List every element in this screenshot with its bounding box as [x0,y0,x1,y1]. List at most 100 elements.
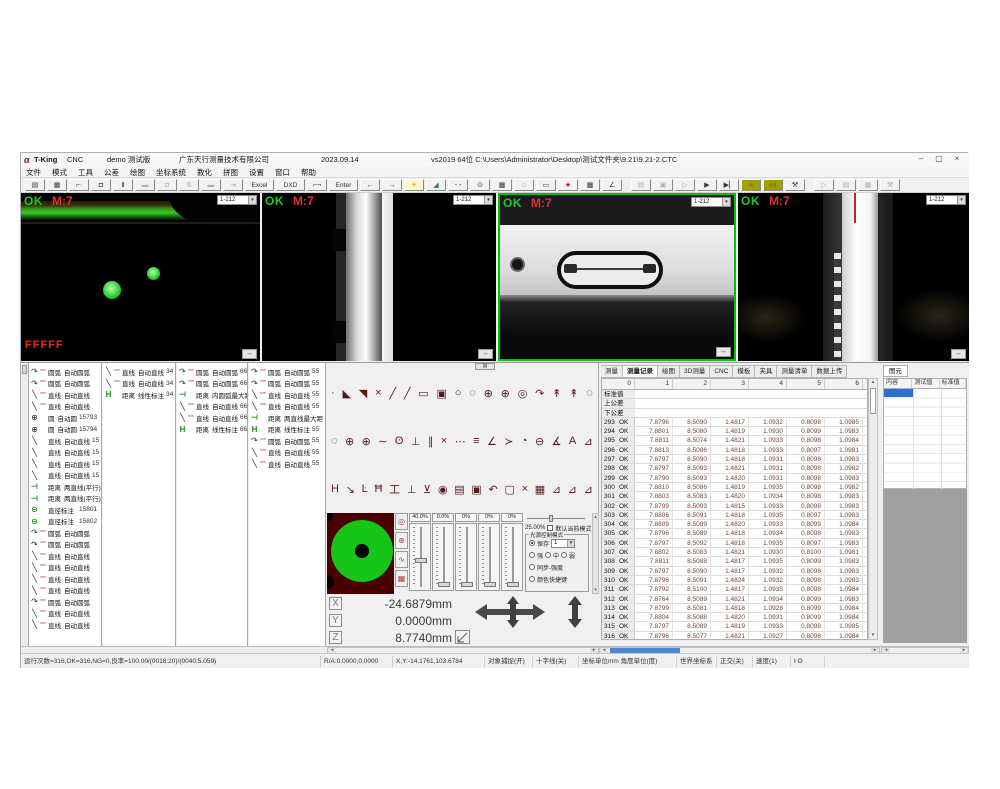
tool-icon[interactable]: ◥ [359,387,367,400]
list-item[interactable]: ↷***圆弧自动圆弧 [29,596,101,608]
toolbar-button[interactable]: ▩ [492,179,512,191]
light-slider[interactable] [409,523,431,591]
chevron-down-icon[interactable]: ▾ [957,196,965,204]
menu-item[interactable]: 坐标系统 [156,167,186,177]
camera-range-combo[interactable]: 1-212▾ [453,195,493,205]
menu-item[interactable]: 帮助 [301,167,316,177]
table-row[interactable]: 316 OK 7.8796 8.5077 1.4821 1.0927 0.809… [602,632,867,640]
column-header[interactable]: 内容 [884,379,912,388]
menu-item[interactable]: 教化 [197,167,212,177]
table-row[interactable]: 298 OK 7.8797 8.5093 1.4821 1.0931 0.809… [602,464,867,473]
list-item[interactable]: ╲***直线自动直线34 [103,378,175,390]
table-label-row[interactable]: 下公差 [602,409,867,418]
tool-icon[interactable]: ⊕ [362,435,371,448]
record-tab[interactable]: 夹具 [755,365,777,378]
light-mode-button[interactable]: ∿ [395,551,408,568]
tool-icon[interactable]: A [569,435,576,447]
radio-strong[interactable] [529,552,535,558]
table-row[interactable]: 313 OK 7.8799 8.5081 1.4818 1.0928 0.809… [602,604,867,613]
toolbar-button[interactable]: ▶ [697,179,717,191]
list-item[interactable]: ⊕圆自动圆15794 [29,424,101,436]
preset-dropdown[interactable]: 1▾ [551,539,575,548]
menu-item[interactable]: 绘图 [130,167,145,177]
list-item[interactable]: ↷***圆弧自动圆弧55 [249,366,325,378]
close-button[interactable]: × [949,153,965,167]
tool-icon[interactable]: ◎ [518,387,528,400]
slider-thumb[interactable] [484,582,496,587]
tool-icon[interactable]: ⊕ [345,435,354,448]
camera-range-combo[interactable]: 1-212▾ [691,197,731,207]
tool-icon[interactable]: ▭ [418,387,428,400]
tool-icon[interactable]: ≻ [504,435,513,448]
toolbar-button[interactable]: ⇅ [179,179,199,191]
table-row[interactable]: 304 OK 7.8809 8.5089 1.4820 1.0933 0.809… [602,520,867,529]
list-item[interactable]: ↷***圆弧自动圆弧55 [249,378,325,390]
light-mode-button[interactable]: ◎ [395,513,408,530]
camera-range-combo[interactable]: 1-212▾ [926,195,966,205]
tool-icon[interactable]: ⊖ [535,435,544,448]
chevron-down-icon[interactable]: ▾ [484,196,492,204]
resize-grip-icon[interactable]: ↔ [951,349,966,359]
tool-icon[interactable]: ╱ [404,387,411,400]
maximize-button[interactable]: ▢ [931,153,947,167]
record-tab[interactable]: 数据上传 [812,365,847,378]
list-item[interactable]: ⊣距离内圆弧最大距 [177,389,247,401]
toolbar-button[interactable]: ☀ [404,179,424,191]
record-tab[interactable]: 测量清单 [777,365,812,378]
resize-grip-icon[interactable]: ↔ [478,349,493,359]
list-item[interactable]: ↷***圆弧自动圆弧55 [249,435,325,447]
tool-icon[interactable]: Ŀ [362,483,368,495]
table-row[interactable]: 314 OK 7.8804 8.5088 1.4820 1.0931 0.809… [602,613,867,622]
record-tab[interactable]: 3D测量 [680,365,710,378]
tool-icon[interactable]: ╱ [389,387,396,400]
list-item[interactable]: ╲***直线自动直线55 [249,447,325,459]
list-item[interactable]: ╲***直线自动直线 [29,562,101,574]
menu-item[interactable]: 模式 [52,167,67,177]
toolbar-button[interactable]: ▶▏ [719,179,739,191]
table-row[interactable]: 302 OK 7.8799 8.5093 1.4815 1.0933 0.809… [602,502,867,511]
list-item[interactable]: ╲直线自动直线15 [29,458,101,470]
table-row[interactable]: 293 OK 7.8796 8.5090 1.4817 1.0932 0.809… [602,418,867,427]
tool-icon[interactable]: ○ [455,387,462,399]
light-slider[interactable] [478,523,500,591]
list-item[interactable]: ╲***直线自动直线55 [249,458,325,470]
list-item[interactable]: ↷***圆弧自动圆弧 [29,378,101,390]
table-vertical-scrollbar[interactable]: ▴▾ [868,378,878,640]
toolbar-button[interactable]: Ⅱ [113,179,133,191]
record-tab[interactable]: 绘图 [658,365,680,378]
light-slider[interactable] [455,523,477,591]
list-item[interactable]: ╲***直线自动直线 [29,401,101,413]
toolbar-button[interactable]: ⊙ [470,179,490,191]
slider-thumb[interactable] [507,582,519,587]
tool-icon[interactable]: ∼ [378,435,387,448]
radio-sync[interactable] [529,564,535,570]
toolbar-button[interactable]: DXD [276,179,305,191]
jog-arrows[interactable] [475,596,599,644]
radio-medium[interactable] [545,552,551,558]
tool-icon[interactable]: ⊿ [584,435,593,448]
tool-icon[interactable]: × [441,435,447,447]
table-row[interactable]: 294 OK 7.8801 8.5080 1.4819 1.0930 0.809… [602,427,867,436]
resize-grip-icon[interactable]: ↔ [716,347,731,357]
tool-icon[interactable]: ⋯ [455,435,466,448]
list-item[interactable]: ╲***直线自动直线 [29,573,101,585]
minimize-button[interactable]: – [913,153,929,167]
tool-icon[interactable]: ▤ [454,483,464,496]
table-row[interactable]: 312 OK 7.8764 8.5089 1.4821 1.0934 0.809… [602,595,867,604]
list-item[interactable]: ↷***圆弧自动圆弧66 [177,366,247,378]
toolbar-button[interactable]: ■ [741,179,761,191]
table-row[interactable]: 301 OK 7.8803 8.5083 1.4820 1.0934 0.809… [602,492,867,501]
toolbar-button[interactable]: ← [360,179,380,191]
list-item[interactable]: ╲直线自动直线15 [29,447,101,459]
tool-icon[interactable]: ⊕ [484,387,493,400]
list-item[interactable]: ╲***直线自动直线 [29,550,101,562]
toolbar-button[interactable]: ◌ [514,179,534,191]
radio-weak[interactable] [561,552,567,558]
tool-icon[interactable]: ◌ [469,387,476,399]
light-mode-button[interactable]: ⊛ [395,532,408,549]
tool-icon[interactable]: ⊿ [552,483,561,496]
tool-icon[interactable]: ◣ [343,387,351,400]
toolbar-button[interactable]: ▤ [836,179,856,191]
tool-icon[interactable]: ʘ [395,435,404,447]
menu-item[interactable]: 拼图 [223,167,238,177]
